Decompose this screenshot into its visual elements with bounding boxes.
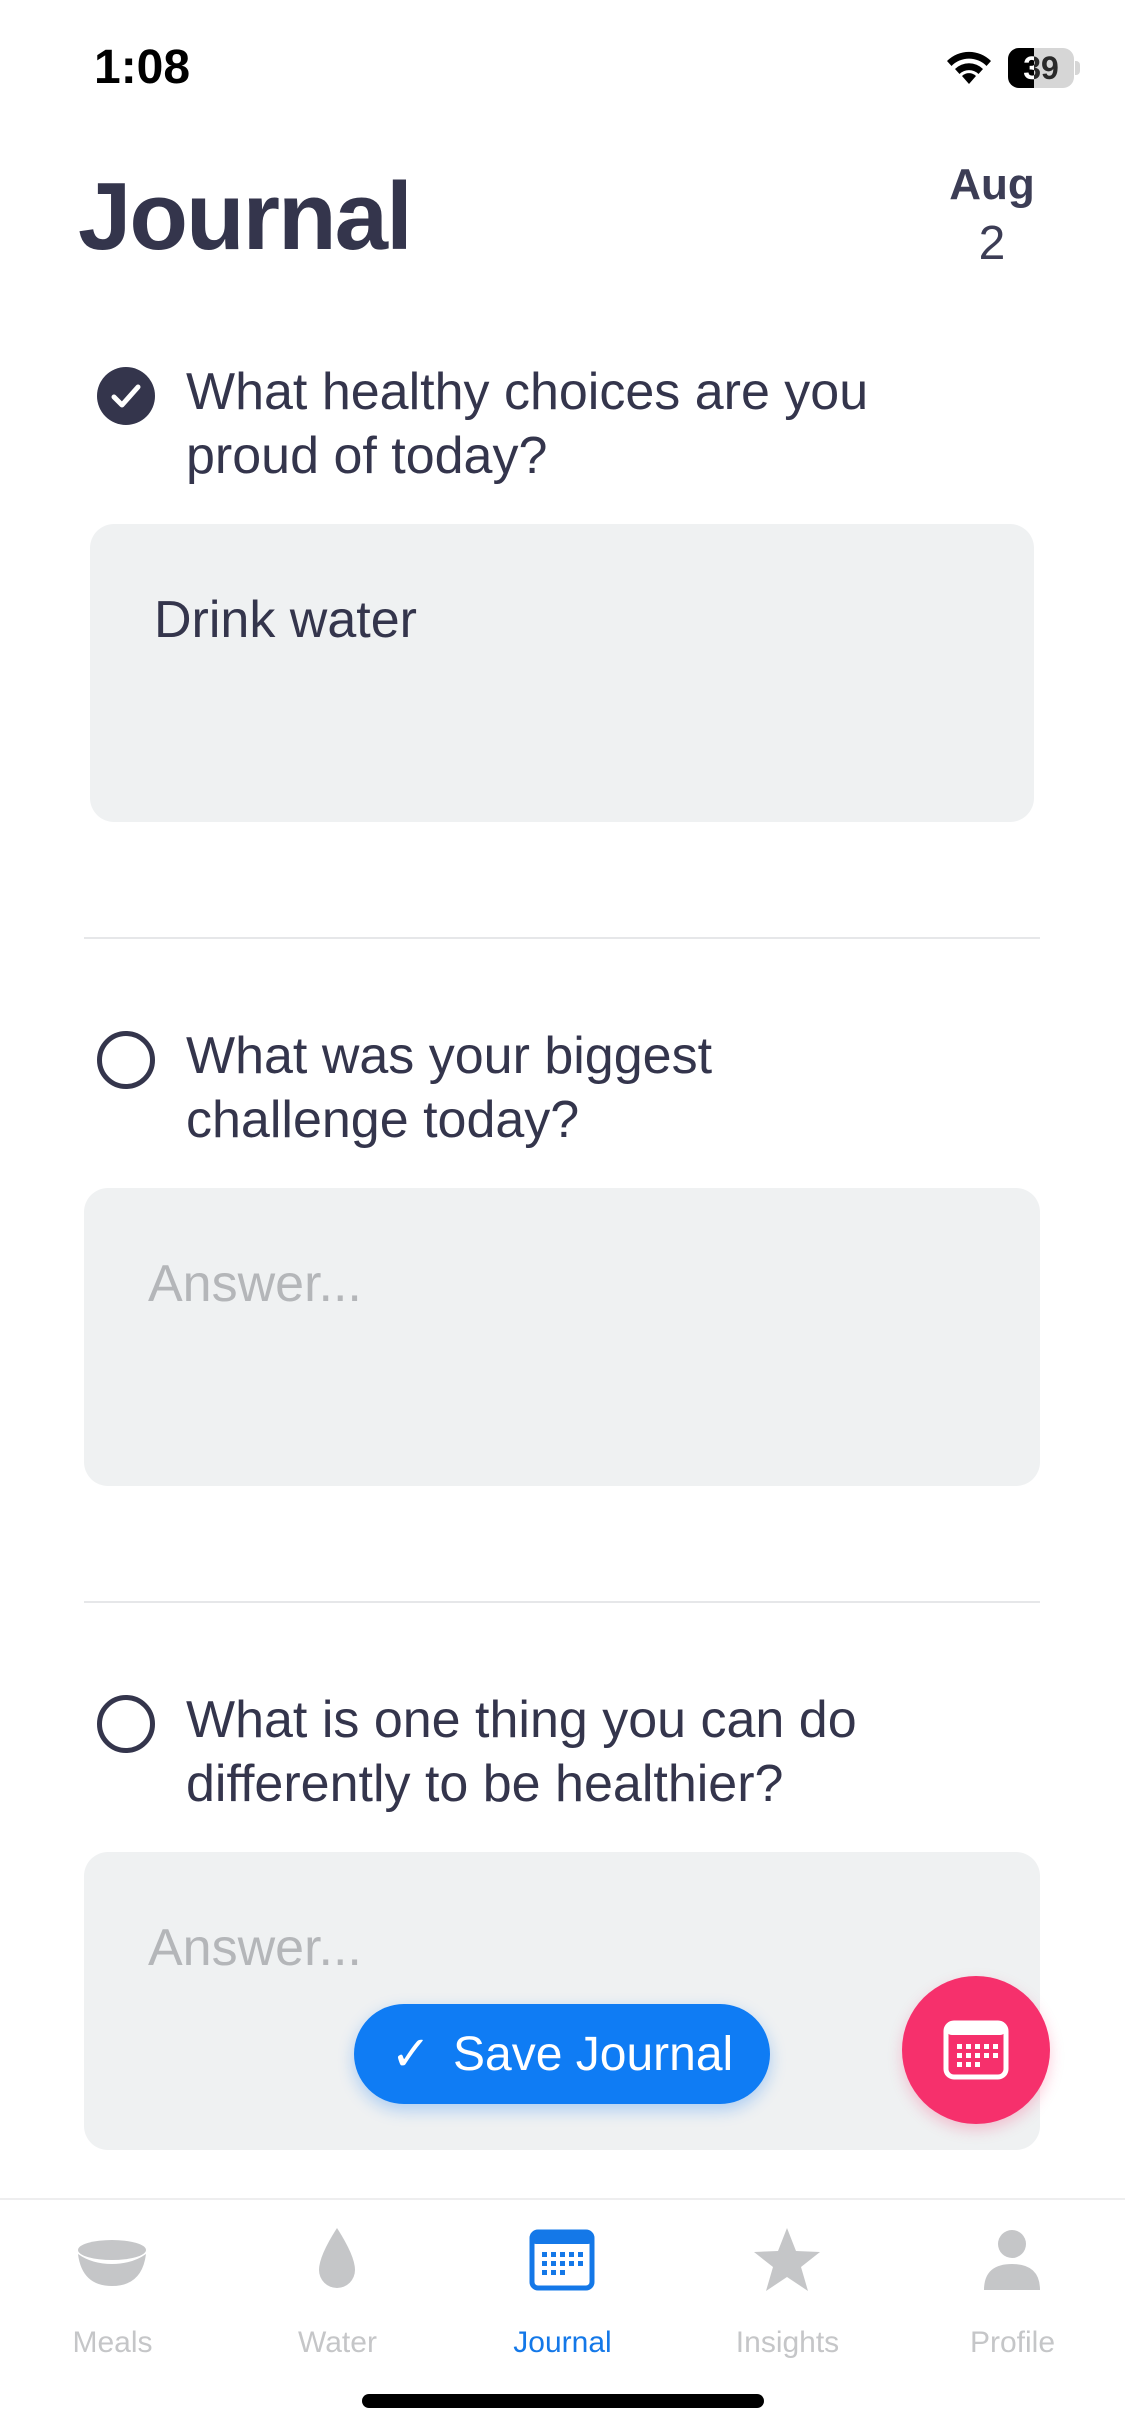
- tab-profile[interactable]: Profile: [900, 2220, 1125, 2380]
- battery-icon: 39: [1008, 48, 1080, 88]
- tab-meals[interactable]: Meals: [0, 2220, 225, 2380]
- divider: [84, 937, 1040, 939]
- star-icon: [754, 2228, 820, 2291]
- unchecked-circle-icon[interactable]: [96, 1694, 156, 1754]
- page-title: Journal: [78, 163, 413, 270]
- battery-level: 39: [1023, 50, 1059, 86]
- date-month: Aug: [949, 160, 1035, 209]
- status-bar: 1:08 39: [0, 0, 1125, 140]
- tab-journal[interactable]: Journal: [450, 2220, 675, 2380]
- answer-placeholder: Answer...: [148, 1255, 362, 1313]
- tab-water[interactable]: Water: [225, 2220, 450, 2380]
- wifi-icon: [947, 51, 991, 84]
- question-text: What is one thing you can do differently…: [186, 1691, 857, 1813]
- save-journal-button[interactable]: ✓ Save Journal: [354, 2004, 770, 2104]
- tab-label: Profile: [969, 2326, 1056, 2359]
- calendar-icon: [529, 2229, 595, 2291]
- water-drop-icon: [319, 2228, 355, 2288]
- tab-insights[interactable]: Insights: [675, 2220, 900, 2380]
- calendar-icon: [943, 2020, 1009, 2080]
- unchecked-circle-icon[interactable]: [96, 1030, 156, 1090]
- answer-placeholder: Answer...: [148, 1919, 362, 1977]
- tab-label: Meals: [72, 2326, 153, 2359]
- date-day: 2: [978, 217, 1006, 270]
- divider: [84, 1601, 1040, 1603]
- answer-field[interactable]: Drink water: [90, 524, 1034, 822]
- checkmark-icon: ✓: [390, 2028, 432, 2081]
- status-time: 1:08: [94, 41, 191, 94]
- tab-label: Journal: [513, 2326, 612, 2359]
- question-text: What was your biggest challenge today?: [186, 1027, 713, 1149]
- answer-field[interactable]: Answer...: [84, 1188, 1040, 1486]
- question-text: What healthy choices are you proud of to…: [186, 363, 869, 485]
- bowl-icon: [78, 2240, 146, 2286]
- home-indicator: [362, 2394, 764, 2408]
- person-icon: [984, 2230, 1040, 2290]
- tab-label: Water: [298, 2326, 377, 2359]
- tab-label: Insights: [735, 2326, 840, 2359]
- calendar-fab-button[interactable]: [902, 1976, 1050, 2124]
- checked-circle-icon[interactable]: [96, 366, 156, 426]
- answer-text: Drink water: [154, 591, 417, 649]
- save-journal-label: Save Journal: [453, 2027, 734, 2081]
- answer-field[interactable]: Answer...: [84, 1852, 1040, 2150]
- date-selector[interactable]: Aug 2: [930, 160, 1054, 271]
